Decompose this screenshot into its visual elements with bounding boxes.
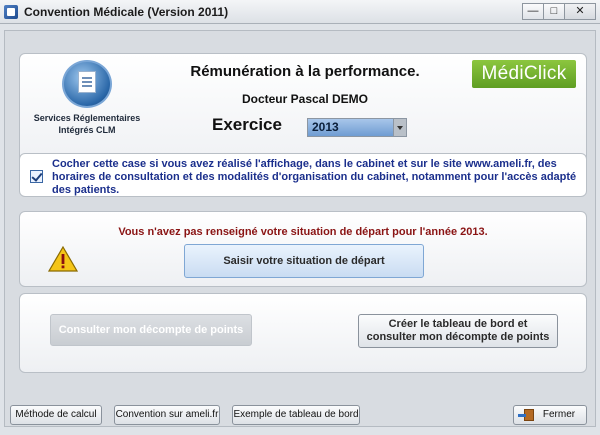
doctor-name: Docteur Pascal DEMO xyxy=(241,92,369,106)
actions-panel: Consulter mon décompte de points Créer l… xyxy=(19,293,587,373)
close-window-button[interactable]: ✕ xyxy=(564,3,596,20)
affichage-panel: Cocher cette case si vous avez réalisé l… xyxy=(19,153,587,197)
warning-icon xyxy=(48,246,78,272)
page-title: Rémunération à la performance. xyxy=(190,63,420,80)
chevron-down-icon[interactable] xyxy=(393,119,406,136)
exercice-select-value: 2013 xyxy=(308,119,394,136)
situation-panel: Vous n'avez pas renseigné votre situatio… xyxy=(19,211,587,287)
logo-caption: Services Réglementaires Intégrés CLM xyxy=(33,113,141,135)
services-reglementaires-logo-icon xyxy=(62,60,112,108)
creer-tableau-line1: Créer le tableau de bord et xyxy=(388,318,528,330)
window-title: Convention Médicale (Version 2011) xyxy=(24,5,229,19)
exit-door-icon xyxy=(518,409,534,421)
fermer-button[interactable]: Fermer xyxy=(513,405,587,425)
convention-ameli-button[interactable]: Convention sur ameli.fr xyxy=(114,405,220,425)
exercice-label: Exercice xyxy=(212,115,282,134)
creer-tableau-line2: consulter mon décompte de points xyxy=(366,331,550,343)
app-icon xyxy=(4,5,18,19)
consulter-decompte-button[interactable]: Consulter mon décompte de points xyxy=(50,314,252,346)
window-titlebar: Convention Médicale (Version 2011) — □ ✕ xyxy=(0,0,600,24)
affichage-checkbox[interactable] xyxy=(30,170,43,183)
methode-calcul-button[interactable]: Méthode de calcul xyxy=(10,405,102,425)
affichage-checkbox-label[interactable]: Cocher cette case si vous avez réalisé l… xyxy=(52,158,582,197)
main-content: Services Réglementaires Intégrés CLM Rém… xyxy=(4,30,596,427)
warning-message: Vous n'avez pas renseigné votre situatio… xyxy=(118,226,488,238)
creer-tableau-button[interactable]: Créer le tableau de bord et consulter mo… xyxy=(358,314,558,348)
exercice-select[interactable]: 2013 xyxy=(307,118,407,137)
fermer-label: Fermer xyxy=(542,409,576,420)
saisir-situation-button[interactable]: Saisir votre situation de départ xyxy=(184,244,424,278)
maximize-button[interactable]: □ xyxy=(543,3,565,20)
mediclick-logo: MédiClick xyxy=(472,60,576,88)
exemple-tableau-button[interactable]: Exemple de tableau de bord xyxy=(232,405,360,425)
minimize-button[interactable]: — xyxy=(522,3,544,20)
